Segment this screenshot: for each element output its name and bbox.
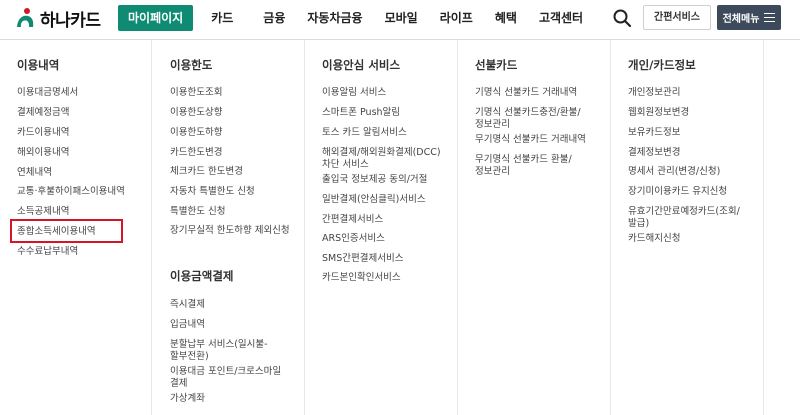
hamburger-icon [764,13,776,22]
all-menu-label: 전체메뉴 [722,14,760,25]
column-title: 이용내역 [17,58,60,72]
nav-card[interactable]: 카드 [211,5,233,31]
menu-item[interactable]: 보유카드정보 [628,127,680,139]
search-icon[interactable] [612,8,632,28]
menu-item[interactable]: 이용알림 서비스 [322,87,386,99]
menu-item[interactable]: 카드한도변경 [170,147,222,159]
menu-item[interactable]: 체크카드 한도변경 [170,166,243,178]
menu-item[interactable]: 가상계좌 [170,393,205,405]
nav-auto-finance[interactable]: 자동차금융 [307,5,362,31]
nav-mobile[interactable]: 모바일 [385,5,418,31]
menu-item[interactable]: 토스 카드 알림서비스 [322,127,407,139]
menu-item[interactable]: 이용한도하향 [170,127,222,139]
header-divider [0,39,800,40]
menu-item[interactable]: 입금내역 [170,319,205,331]
column-title: 선불카드 [475,58,518,72]
menu-item[interactable]: 유효기간만료예정카드(조회/ [628,206,740,218]
menu-item[interactable]: 결제정보변경 [628,147,680,159]
menu-item[interactable]: 기명식 선불카드 거래내역 [475,87,577,99]
column-title: 이용한도 [170,58,213,72]
menu-item[interactable]: 명세서 관리(변경/신청) [628,166,720,178]
nav-customer-center[interactable]: 고객센터 [539,5,583,31]
column-divider [151,40,152,415]
menu-item[interactable]: 특별한도 신청 [170,206,225,218]
column-title: 이용금액결제 [170,269,234,283]
column-divider [457,40,458,415]
column-title: 이용안심 서비스 [322,58,401,72]
menu-item-continued[interactable]: 차단 서비스 [322,159,369,171]
menu-item[interactable]: 일반결제(안심클릭)서비스 [322,194,426,206]
main-nav: 마이페이지 카드 금융 자동차금융 모바일 라이프 혜택 고객센터 [118,5,583,31]
menu-item[interactable]: 이용대금 포인트/크로스마일 [170,366,281,378]
menu-item[interactable]: 해외결제/해외원화결제(DCC) [322,147,441,159]
hana-logo-icon [17,8,34,27]
menu-item[interactable]: 즉시결제 [170,299,205,311]
menu-item[interactable]: 개인정보관리 [628,87,680,99]
menu-item[interactable]: 무기명식 선불카드 거래내역 [475,134,586,146]
menu-item[interactable]: 이용대금명세서 [17,87,78,99]
menu-item-continued[interactable]: 정보관리 [475,166,510,178]
menu-item[interactable]: 이용한도조회 [170,87,222,99]
nav-benefit[interactable]: 혜택 [495,5,517,31]
menu-item[interactable]: 교통·후불하이패스이용내역 [17,186,125,198]
menu-item[interactable]: 연체내역 [17,167,52,179]
top-header: 하나카드 마이페이지 카드 금융 자동차금융 모바일 라이프 혜택 고객센터 간… [0,0,800,36]
menu-item[interactable]: 스마트폰 Push알림 [322,107,400,119]
menu-item-continued[interactable]: 발급) [628,218,649,230]
column-divider [304,40,305,415]
menu-item[interactable]: 간편결제서비스 [322,214,383,226]
menu-item-continued[interactable]: 할부전환) [170,351,209,363]
menu-item[interactable]: 수수료납부내역 [17,246,78,258]
menu-item[interactable]: 장기미이용카드 유지신청 [628,186,727,198]
menu-item-continued[interactable]: 정보관리 [475,119,510,131]
nav-life[interactable]: 라이프 [440,5,473,31]
hana-card-logo[interactable]: 하나카드 [14,6,101,31]
menu-item[interactable]: 카드이용내역 [17,127,69,139]
menu-item[interactable]: 무기명식 선불카드 환불/ [475,154,572,166]
column-title: 개인/카드정보 [628,58,696,72]
menu-item[interactable]: 자동차 특별한도 신청 [170,186,255,198]
menu-item-continued[interactable]: 결제 [170,378,187,390]
logo-text: 하나카드 [40,10,101,31]
menu-item[interactable]: 해외이용내역 [17,147,69,159]
menu-item[interactable]: 카드해지신청 [628,233,680,245]
column-divider [763,40,764,415]
menu-item[interactable]: 장기무실적 한도하향 제외신청 [170,225,290,237]
all-menu-button[interactable]: 전체메뉴 [717,5,781,30]
menu-item[interactable]: 기명식 선불카드충전/환불/ [475,107,581,119]
nav-mypage[interactable]: 마이페이지 [118,5,194,31]
menu-item[interactable]: 출입국 정보제공 동의/거절 [322,174,427,186]
menu-item[interactable]: 이용한도상향 [170,107,222,119]
menu-item[interactable]: ARS인증서비스 [322,233,385,245]
highlight-box [10,219,123,243]
menu-item[interactable]: 결제예정금액 [17,107,69,119]
menu-item[interactable]: 분할납부 서비스(일시불- [170,339,268,351]
simple-service-button[interactable]: 간편서비스 [643,5,711,30]
menu-item[interactable]: SMS간편결제서비스 [322,253,403,265]
menu-item[interactable]: 웹회원정보변경 [628,107,689,119]
nav-finance[interactable]: 금융 [263,5,285,31]
column-divider [610,40,611,415]
menu-item[interactable]: 카드본인확인서비스 [322,272,401,284]
menu-item[interactable]: 소득공제내역 [17,206,69,218]
